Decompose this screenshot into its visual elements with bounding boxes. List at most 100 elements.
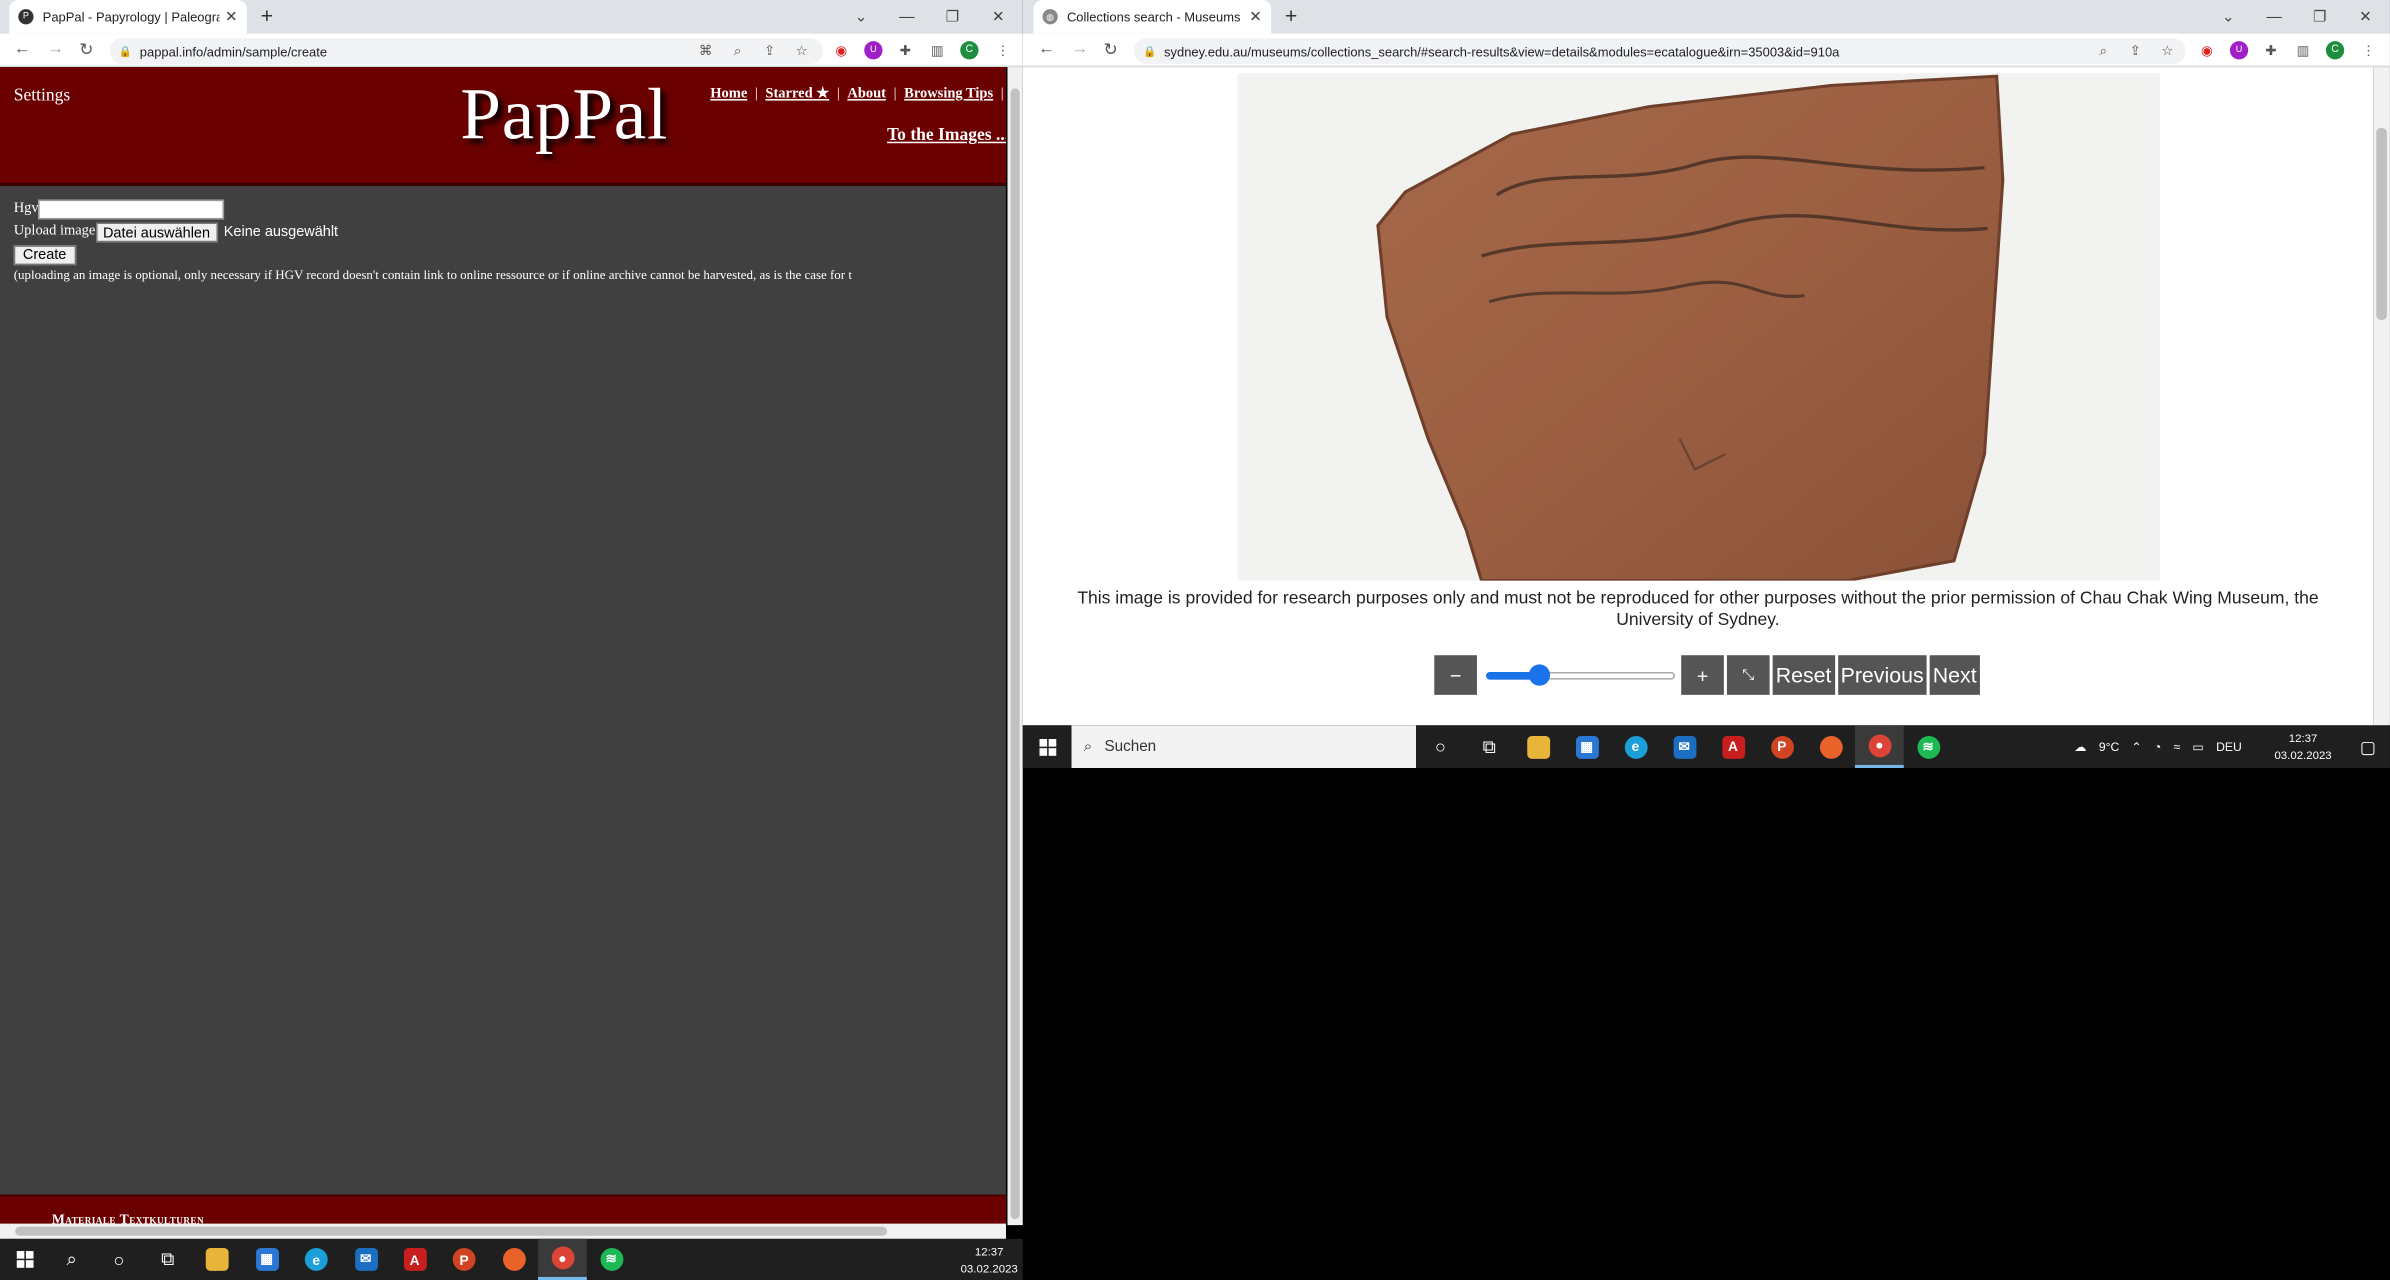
right-minimize-icon[interactable]: —: [2251, 8, 2297, 25]
nav-browsing-tips-link[interactable]: Browsing Tips: [904, 87, 993, 102]
nav-starred-link[interactable]: Starred ★: [765, 87, 829, 102]
left-horizontal-scrollbar[interactable]: [0, 1223, 1006, 1239]
bottom-acrobat-icon[interactable]: A: [390, 1239, 439, 1280]
right-bookmark-star-icon[interactable]: ☆: [2158, 41, 2176, 59]
bottom-start-button[interactable]: [0, 1239, 49, 1280]
bottom-search-icon[interactable]: ⌕: [49, 1239, 95, 1280]
battery-icon[interactable]: ▭: [2192, 740, 2204, 754]
settings-link[interactable]: Settings: [14, 87, 70, 105]
previous-button[interactable]: Previous: [1837, 655, 1927, 695]
left-minimize-icon[interactable]: —: [884, 8, 930, 25]
acrobat-icon[interactable]: A: [1709, 725, 1758, 768]
zoom-in-button[interactable]: +: [1681, 655, 1724, 695]
chrome-icon[interactable]: ●: [1854, 725, 1904, 768]
nav-about-link[interactable]: About: [847, 87, 886, 102]
zoom-slider[interactable]: [1483, 655, 1678, 695]
edge-icon[interactable]: e: [1611, 725, 1660, 768]
left-address-bar[interactable]: 🔒 pappal.info/admin/sample/create: [109, 38, 824, 64]
fullscreen-button[interactable]: ⤡: [1726, 655, 1770, 695]
powerpoint-icon[interactable]: P: [1757, 725, 1806, 768]
weather-temperature[interactable]: 9°C: [2099, 740, 2119, 754]
left-restore-icon[interactable]: ❐: [930, 8, 976, 25]
zoom-out-button[interactable]: −: [1434, 655, 1477, 695]
cortana-icon[interactable]: ○: [1416, 725, 1465, 768]
left-bookmark-star-icon[interactable]: ☆: [793, 41, 811, 59]
next-button[interactable]: Next: [1929, 655, 1980, 695]
left-share-icon[interactable]: ⇪: [761, 41, 779, 59]
hgv-input[interactable]: [38, 198, 225, 219]
right-vscroll-thumb[interactable]: [2376, 127, 2387, 320]
bottom-chrome-icon[interactable]: ●: [538, 1238, 587, 1280]
right-address-bar[interactable]: 🔒 sydney.edu.au/museums/collections_sear…: [1134, 38, 2186, 64]
right-extensions-puzzle-icon[interactable]: ✚: [2262, 41, 2280, 59]
bottom-store-icon[interactable]: ▦: [242, 1239, 291, 1280]
to-the-images-link[interactable]: To the Images ...: [887, 126, 1006, 144]
nav-home-link[interactable]: Home: [710, 87, 747, 102]
tray-chevron-icon[interactable]: ⌃: [2131, 740, 2141, 754]
task-view-icon[interactable]: ⧉: [1465, 725, 1514, 768]
network-icon[interactable]: ◔: [2154, 740, 2161, 754]
left-sidepanel-icon[interactable]: ▥: [928, 41, 946, 59]
bottom-powerpoint-icon[interactable]: P: [439, 1239, 489, 1280]
ostracon-image-viewer[interactable]: [1237, 73, 2160, 581]
left-vertical-scrollbar[interactable]: [1007, 67, 1023, 1226]
left-hscroll-thumb[interactable]: [15, 1226, 888, 1236]
right-start-button[interactable]: [1023, 725, 1072, 768]
bottom-edge-icon[interactable]: e: [291, 1239, 341, 1280]
left-menu-icon[interactable]: ⋮: [994, 41, 1012, 59]
left-close-window-icon[interactable]: ✕: [975, 8, 1021, 25]
notification-icon[interactable]: ▢: [2346, 725, 2390, 768]
bottom-cortana-icon[interactable]: ○: [95, 1239, 144, 1280]
left-tab-close-icon[interactable]: ✕: [225, 8, 238, 25]
file-explorer-icon[interactable]: [1514, 725, 1563, 768]
right-forward-icon[interactable]: →: [1072, 40, 1089, 58]
right-profile-avatar[interactable]: C: [2325, 41, 2345, 60]
create-button[interactable]: Create: [13, 244, 76, 265]
choose-file-button[interactable]: Datei auswählen: [95, 221, 218, 242]
left-extension-red-icon[interactable]: ◉: [832, 41, 850, 59]
store-icon[interactable]: ▦: [1562, 725, 1611, 768]
bottom-spotify-icon[interactable]: ≋: [587, 1239, 636, 1280]
left-profile-avatar[interactable]: C: [960, 41, 979, 60]
left-tab-search-icon[interactable]: ⌄: [838, 8, 884, 25]
bottom-clock[interactable]: 12:37 03.02.2023: [957, 1239, 1021, 1280]
right-new-tab-button[interactable]: +: [1285, 3, 1297, 27]
zoom-slider-handle[interactable]: [1528, 664, 1551, 686]
right-tab-search-icon[interactable]: ⌄: [2206, 8, 2252, 25]
left-vscroll-thumb[interactable]: [1010, 88, 1020, 1220]
translate-icon[interactable]: ⌘: [697, 41, 715, 59]
left-forward-icon[interactable]: →: [47, 40, 64, 58]
right-vertical-scrollbar[interactable]: [2373, 67, 2390, 726]
left-tab-pappal[interactable]: P PapPal - Papyrology | Paleograph ✕: [9, 0, 247, 34]
taskbar-search-box[interactable]: ⌕ Suchen: [1071, 725, 1416, 768]
spotify-icon[interactable]: ≋: [1904, 725, 1953, 768]
left-new-tab-button[interactable]: +: [261, 3, 273, 27]
mail-icon[interactable]: ✉: [1660, 725, 1709, 768]
firefox-icon[interactable]: [1806, 725, 1855, 768]
right-menu-icon[interactable]: ⋮: [2359, 41, 2377, 59]
reset-button[interactable]: Reset: [1772, 655, 1835, 695]
right-reload-icon[interactable]: ↻: [1104, 40, 1118, 59]
pappal-logo[interactable]: PapPal: [460, 73, 668, 157]
right-extension-purple-icon[interactable]: U: [2229, 41, 2249, 60]
right-close-window-icon[interactable]: ✕: [2343, 8, 2389, 25]
wifi-icon[interactable]: ≈: [2173, 740, 2180, 754]
left-extension-purple-icon[interactable]: U: [864, 41, 883, 60]
language-indicator[interactable]: DEU: [2216, 740, 2242, 754]
right-share-icon[interactable]: ⇪: [2126, 41, 2144, 59]
left-reload-icon[interactable]: ↻: [79, 40, 93, 59]
right-zoom-icon[interactable]: ⌕: [2094, 41, 2112, 59]
right-tab-collections[interactable]: ◍ Collections search - Museums - T ✕: [1033, 0, 1272, 34]
right-restore-icon[interactable]: ❐: [2297, 8, 2343, 25]
right-clock[interactable]: 12:37 03.02.2023: [2260, 725, 2345, 768]
right-back-icon[interactable]: ←: [1038, 40, 1055, 58]
right-extension-red-icon[interactable]: ◉: [2198, 41, 2216, 59]
bottom-mail-icon[interactable]: ✉: [341, 1239, 390, 1280]
right-tab-close-icon[interactable]: ✕: [1249, 8, 1262, 25]
right-sidepanel-icon[interactable]: ▥: [2294, 41, 2312, 59]
bottom-task-view-icon[interactable]: ⧉: [143, 1239, 192, 1280]
bottom-file-explorer-icon[interactable]: [192, 1239, 242, 1280]
left-zoom-icon[interactable]: ⌕: [729, 41, 747, 59]
left-extensions-puzzle-icon[interactable]: ✚: [896, 41, 914, 59]
weather-icon[interactable]: ☁: [2074, 740, 2086, 754]
